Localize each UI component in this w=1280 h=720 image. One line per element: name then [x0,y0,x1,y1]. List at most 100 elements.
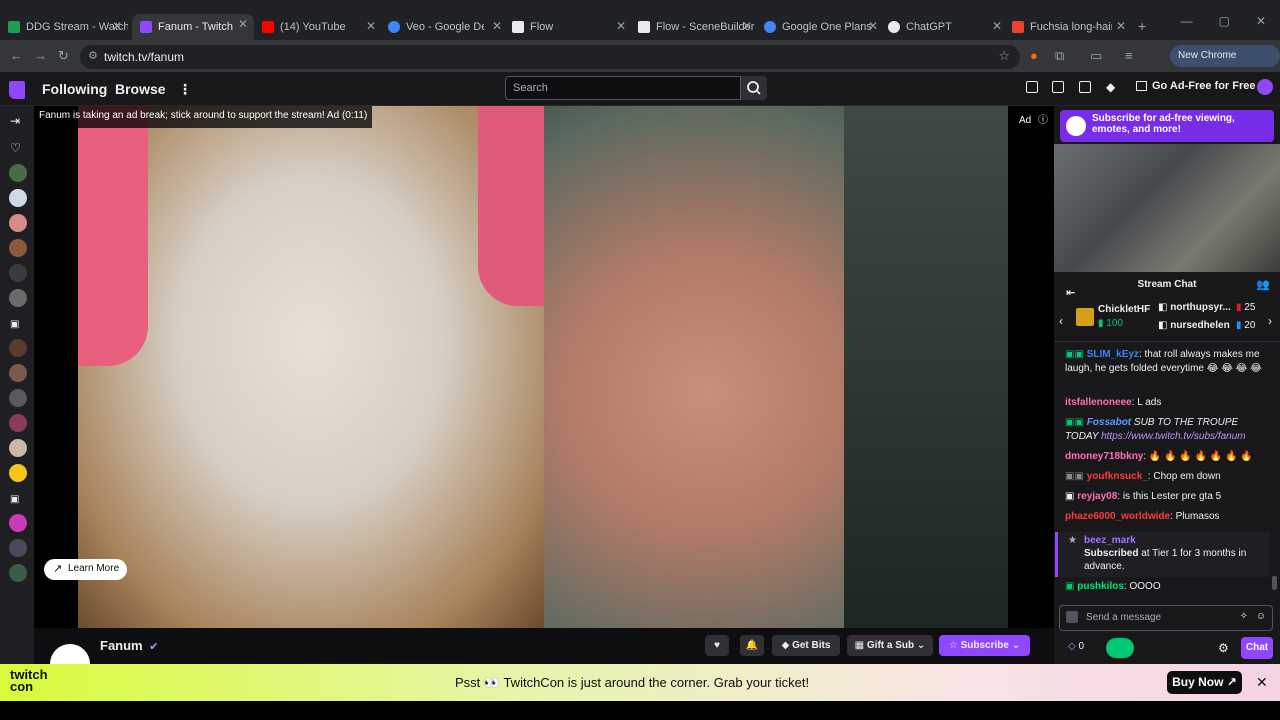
extensions-puzzle-icon[interactable]: ⧉ [1055,48,1064,64]
close-icon[interactable]: ✕ [112,19,122,33]
inbox-icon[interactable] [1052,81,1064,93]
followed-channel-avatar[interactable] [9,239,27,257]
community-icon[interactable]: 👥 [1256,278,1270,291]
sub-notice-username[interactable]: beez_mark [1084,535,1136,546]
followed-channel-avatar[interactable] [9,164,27,182]
close-icon[interactable]: ✕ [1256,674,1268,691]
followed-channel-avatar[interactable] [9,339,27,357]
chat-username[interactable]: itsfallenoneee [1065,397,1132,408]
nav-browse[interactable]: Browse [115,81,166,97]
close-icon[interactable]: ✕ [742,19,752,33]
buy-now-button[interactable]: Buy Now ↗ [1167,671,1242,694]
back-icon[interactable]: ← [10,48,23,63]
bookmark-star-icon[interactable]: ☆ [998,48,1010,64]
expand-rail-icon[interactable]: ⇥ [10,114,20,128]
followed-channel-avatar[interactable] [9,564,27,582]
close-window-icon[interactable]: ✕ [1256,14,1266,28]
info-icon[interactable]: ⓘ [1038,115,1048,126]
close-icon[interactable]: ✕ [992,19,1002,33]
gift-sub-button[interactable]: ▦ Gift a Sub ⌄ [847,635,933,656]
chat-message-input[interactable]: Send a message ✧ ☺ [1059,605,1273,631]
chat-send-button[interactable]: Chat [1241,637,1273,659]
bits-icon[interactable]: ◆ [1106,80,1115,94]
get-bits-button[interactable]: ◆ Get Bits [772,635,840,656]
twitch-logo-icon[interactable] [9,81,25,99]
followed-channel-avatar[interactable] [9,389,27,407]
close-icon[interactable]: ✕ [868,19,878,33]
followed-channel-avatar[interactable] [9,464,27,482]
chat-username[interactable]: Fossabot [1087,417,1131,428]
search-button[interactable] [741,76,767,100]
extension-icon[interactable]: ● [1030,48,1038,63]
emote-picker-icon[interactable] [1066,611,1078,623]
close-icon[interactable]: ✕ [366,19,376,33]
new-tab-button[interactable]: + [1138,18,1146,34]
go-ad-free-button[interactable]: Go Ad-Free for Free [1152,80,1256,92]
chat-username[interactable]: pushkilos [1077,581,1124,592]
omnibox[interactable]: ⚙ twitch.tv/fanum ☆ [80,45,1020,69]
browser-tab[interactable]: ChatGPT ✕ [888,16,1008,38]
more-options-icon[interactable]: ⋮ [178,81,192,98]
maximize-icon[interactable]: ▢ [1219,14,1230,28]
promo-avatar [1066,116,1086,136]
subscribe-button[interactable]: ☆ Subscribe ⌄ [939,635,1030,656]
search-input[interactable]: Search [505,76,741,100]
followed-channel-avatar[interactable] [9,414,27,432]
followed-channel-avatar[interactable] [9,214,27,232]
chat-username[interactable]: dmoney718bkny [1065,451,1143,462]
chat-link[interactable]: https://www.twitch.tv/subs/fanum [1101,431,1246,442]
browser-tab[interactable]: Fuchsia long-hair cat ✕ [1012,16,1132,38]
bell-icon: 🔔 [745,640,759,651]
address-bar-row: ← → ↻ ⚙ twitch.tv/fanum ☆ ● ⧉ ▭ ≡ New Ch… [0,40,1280,102]
bits-bonus-button[interactable] [1106,638,1134,658]
bits-cheer-icon[interactable]: ✧ [1240,611,1248,622]
site-info-icon[interactable]: ⚙ [88,49,98,62]
close-icon[interactable]: ✕ [238,17,248,31]
chevron-right-icon[interactable]: › [1268,314,1272,328]
followed-channel-avatar[interactable] [9,539,27,557]
crown-icon[interactable] [1026,81,1038,93]
chat-mini-video[interactable] [1054,144,1280,272]
profile-icon[interactable] [1257,79,1273,95]
followed-channel-avatar[interactable] [9,189,27,207]
chat-username[interactable]: phaze6000_worldwide [1065,511,1170,522]
browser-tab[interactable]: DDG Stream - Watch ✕ [8,16,128,38]
tab-label: Veo - Google DeepM [406,21,484,33]
notifications-button[interactable]: 🔔 [740,635,764,656]
chat-scrollbar[interactable] [1272,576,1277,590]
channel-points[interactable]: ◇ 0 [1068,641,1084,652]
followed-channel-avatar[interactable] [9,264,27,282]
followed-channel-avatar[interactable] [9,514,27,532]
cast-icon[interactable]: ▭ [1090,48,1102,64]
browser-tab[interactable]: Flow - SceneBuilder ✕ [638,16,758,38]
star-icon: ☆ [948,640,961,651]
chat-username[interactable]: SLIM_kEyz [1087,349,1139,360]
browser-tab[interactable]: Veo - Google DeepM ✕ [388,16,508,38]
close-icon[interactable]: ✕ [616,19,626,33]
emote-icon[interactable]: ☺ [1256,611,1266,622]
nav-following[interactable]: Following [42,81,107,97]
follow-heart-button[interactable]: ♥ [705,635,729,656]
browser-tab[interactable]: Flow ✕ [512,16,632,38]
followed-channel-avatar[interactable] [9,364,27,382]
settings-icon[interactable]: ⚙ [1218,641,1229,655]
browser-tab-active[interactable]: Fanum - Twitch ✕ [132,14,254,40]
forward-icon[interactable]: → [34,48,47,63]
media-icon[interactable]: ≡ [1125,48,1133,63]
close-icon[interactable]: ✕ [1116,19,1126,33]
browser-tab[interactable]: Google One Plans ✕ [764,16,884,38]
followed-channel-avatar[interactable] [9,439,27,457]
channel-name[interactable]: Fanum ✔ [100,638,158,653]
close-icon[interactable]: ✕ [492,19,502,33]
reload-icon[interactable]: ↻ [58,48,69,64]
chat-username[interactable]: youfknsuck_ [1087,471,1148,482]
browser-tab[interactable]: (14) YouTube ✕ [262,16,382,38]
chevron-left-icon[interactable]: ‹ [1059,314,1063,328]
subscribe-promo-banner[interactable]: Subscribe for ad-free viewing, emotes, a… [1060,110,1274,142]
whispers-icon[interactable] [1079,81,1091,93]
minimize-icon[interactable]: — [1181,14,1193,28]
chat-username[interactable]: reyjay08 [1077,491,1117,502]
followed-channel-avatar[interactable] [9,289,27,307]
new-chrome-available-button[interactable]: New Chrome available [1170,45,1280,83]
learn-more-button[interactable]: ↗ Learn More [44,559,127,580]
